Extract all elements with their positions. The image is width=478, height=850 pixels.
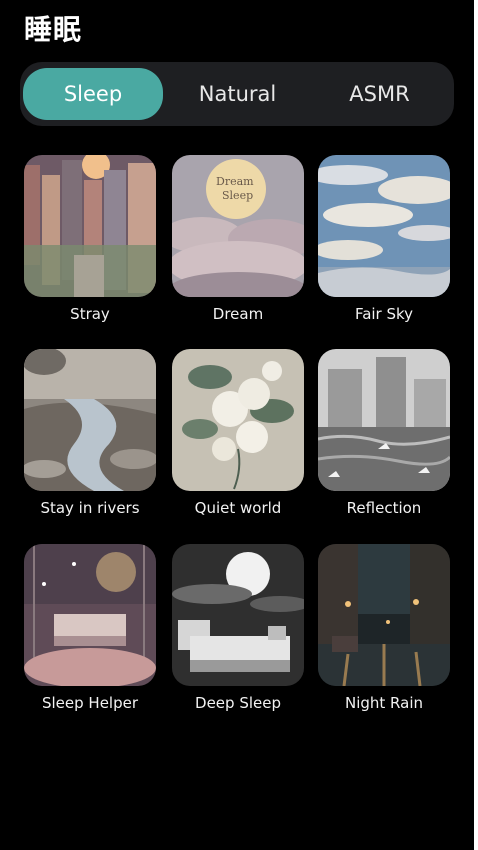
- deep-sleep-thumbnail: [172, 544, 304, 686]
- night-rain-thumbnail: [318, 544, 450, 686]
- card-stray[interactable]: Stray: [24, 155, 156, 323]
- category-tabs: Sleep Natural ASMR: [20, 62, 454, 126]
- svg-text:Sleep: Sleep: [222, 189, 253, 202]
- card-fair-sky[interactable]: Fair Sky: [318, 155, 450, 323]
- stay-in-rivers-thumbnail: [24, 349, 156, 491]
- quiet-world-thumbnail: [172, 349, 304, 491]
- stray-thumbnail: [24, 155, 156, 297]
- tab-natural[interactable]: Natural: [170, 68, 305, 120]
- card-quiet-world[interactable]: Quiet world: [172, 349, 304, 517]
- tab-asmr[interactable]: ASMR: [312, 68, 447, 120]
- tab-sleep[interactable]: Sleep: [23, 68, 163, 120]
- card-label-stay-in-rivers: Stay in rivers: [40, 499, 140, 517]
- card-deep-sleep[interactable]: Deep Sleep: [172, 544, 304, 712]
- card-night-rain[interactable]: Night Rain: [318, 544, 450, 712]
- card-label-fair-sky: Fair Sky: [354, 305, 414, 323]
- card-sleep-helper[interactable]: Sleep Helper: [24, 544, 156, 712]
- dream-art-text: Dream: [216, 175, 254, 188]
- page-title: 睡眠: [24, 13, 83, 46]
- card-stay-in-rivers[interactable]: Stay in rivers: [24, 349, 156, 517]
- card-label-sleep-helper: Sleep Helper: [41, 694, 139, 712]
- card-label-stray: Stray: [70, 305, 110, 323]
- fair-sky-thumbnail: [318, 155, 450, 297]
- dream-thumbnail: Dream Sleep: [172, 155, 304, 297]
- card-label-dream: Dream: [212, 305, 264, 323]
- card-dream[interactable]: Dream Sleep Dream: [172, 155, 304, 323]
- card-reflection[interactable]: Reflection: [318, 349, 450, 517]
- card-label-night-rain: Night Rain: [344, 694, 424, 712]
- reflection-thumbnail: [318, 349, 450, 491]
- right-edge-strip: [474, 0, 478, 850]
- sleep-helper-thumbnail: [24, 544, 156, 686]
- card-label-reflection: Reflection: [346, 499, 422, 517]
- card-label-quiet-world: Quiet world: [194, 499, 282, 517]
- card-label-deep-sleep: Deep Sleep: [195, 694, 281, 712]
